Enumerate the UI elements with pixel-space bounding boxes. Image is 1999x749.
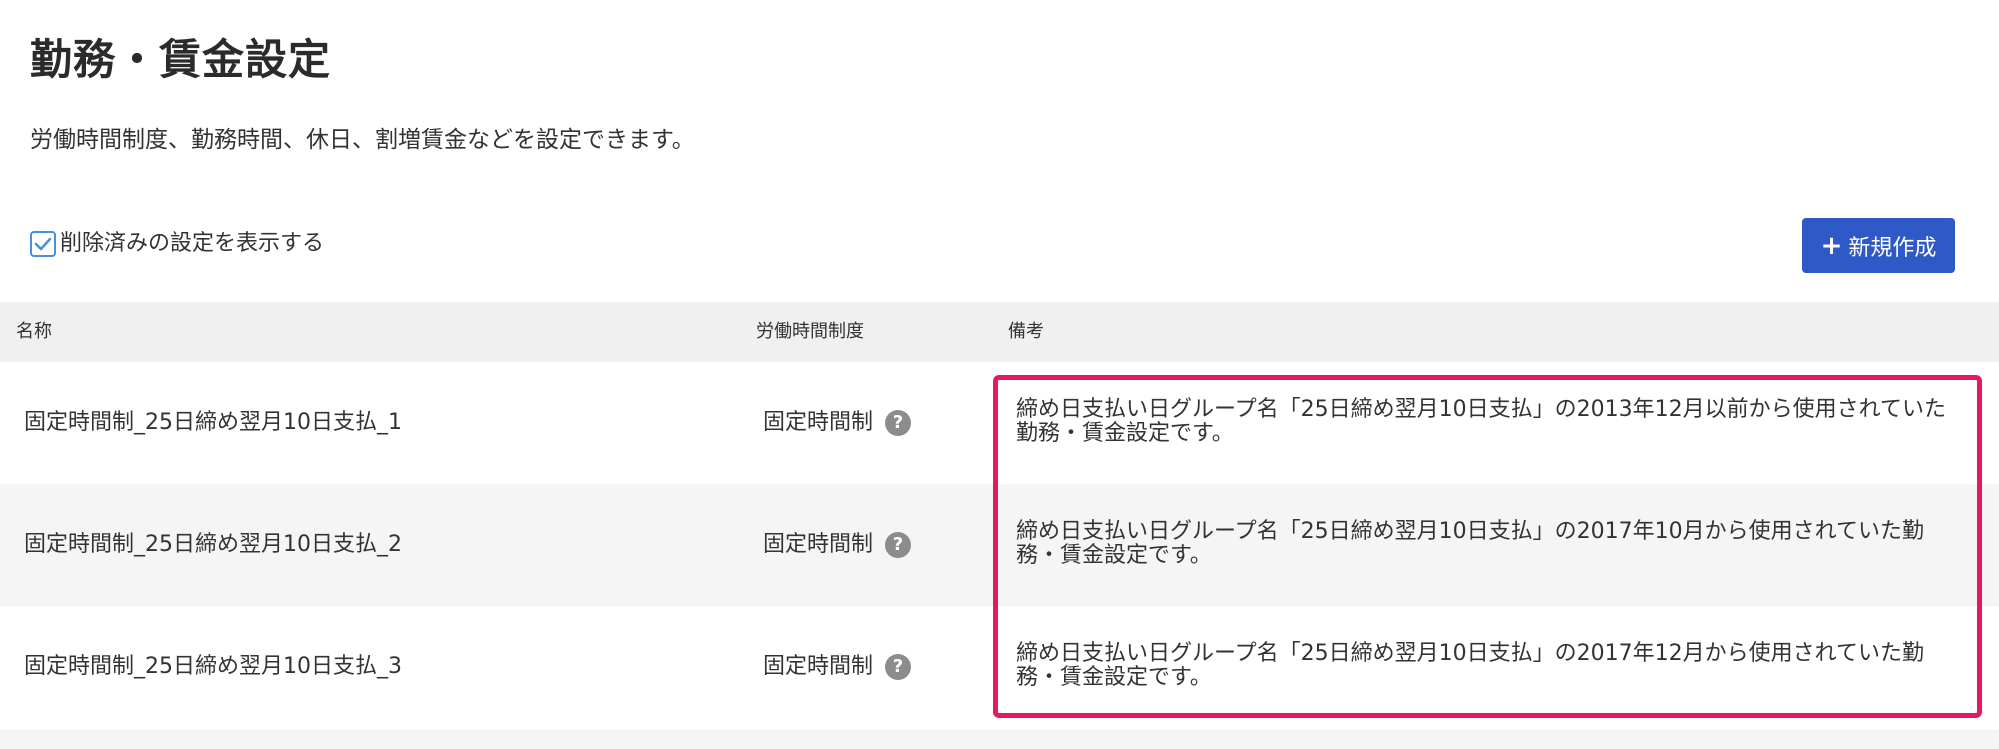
plus-icon: + — [1820, 230, 1843, 261]
help-icon[interactable]: ? — [885, 532, 912, 558]
table-row-partial — [0, 730, 1999, 749]
page-title: 勤務・賃金設定 — [30, 35, 332, 84]
row-note: 締め日支払い日グループ名「25日締め翌月10日支払」の2017年12月から使用さ… — [1016, 641, 1924, 690]
check-icon — [34, 237, 52, 251]
settings-table: 名称 労働時間制度 備考 固定時間制_25日締め翌月10日支払_1 固定時間制 … — [0, 302, 1999, 728]
page: 勤務・賃金設定 労働時間制度、勤務時間、休日、割増賃金などを設定できます。 削除… — [0, 0, 1999, 749]
show-deleted-checkbox[interactable] — [30, 231, 56, 257]
row-note: 締め日支払い日グループ名「25日締め翌月10日支払」の2013年12月以前から使… — [1016, 397, 1946, 446]
help-icon[interactable]: ? — [885, 410, 912, 436]
row-name[interactable]: 固定時間制_25日締め翌月10日支払_1 — [24, 407, 402, 439]
table-header: 名称 労働時間制度 備考 — [0, 302, 1999, 362]
row-name[interactable]: 固定時間制_25日締め翌月10日支払_2 — [24, 529, 402, 561]
page-description: 労働時間制度、勤務時間、休日、割増賃金などを設定できます。 — [30, 127, 695, 153]
header-name[interactable]: 名称 — [16, 320, 52, 344]
help-icon[interactable]: ? — [885, 654, 912, 680]
row-working-system-label: 固定時間制 — [763, 532, 874, 557]
new-button-label: 新規作成 — [1848, 235, 1937, 261]
row-note: 締め日支払い日グループ名「25日締め翌月10日支払」の2017年10月から使用さ… — [1016, 519, 1924, 568]
row-working-system-label: 固定時間制 — [763, 654, 874, 679]
row-working-system: 固定時間制 ? — [763, 529, 912, 561]
show-deleted-label: 削除済みの設定を表示する — [60, 231, 325, 256]
table-row[interactable]: 固定時間制_25日締め翌月10日支払_3 固定時間制 ? 締め日支払い日グループ… — [0, 606, 1999, 728]
show-deleted-toggle[interactable]: 削除済みの設定を表示する — [30, 228, 324, 260]
table-row[interactable]: 固定時間制_25日締め翌月10日支払_2 固定時間制 ? 締め日支払い日グループ… — [0, 484, 1999, 606]
header-note[interactable]: 備考 — [1008, 320, 1044, 344]
new-button[interactable]: + 新規作成 — [1802, 218, 1955, 273]
row-working-system: 固定時間制 ? — [763, 407, 912, 439]
table-row[interactable]: 固定時間制_25日締め翌月10日支払_1 固定時間制 ? 締め日支払い日グループ… — [0, 362, 1999, 484]
header-working-system[interactable]: 労働時間制度 — [756, 320, 864, 344]
row-name[interactable]: 固定時間制_25日締め翌月10日支払_3 — [24, 651, 402, 683]
row-working-system-label: 固定時間制 — [763, 410, 874, 435]
row-working-system: 固定時間制 ? — [763, 651, 912, 683]
